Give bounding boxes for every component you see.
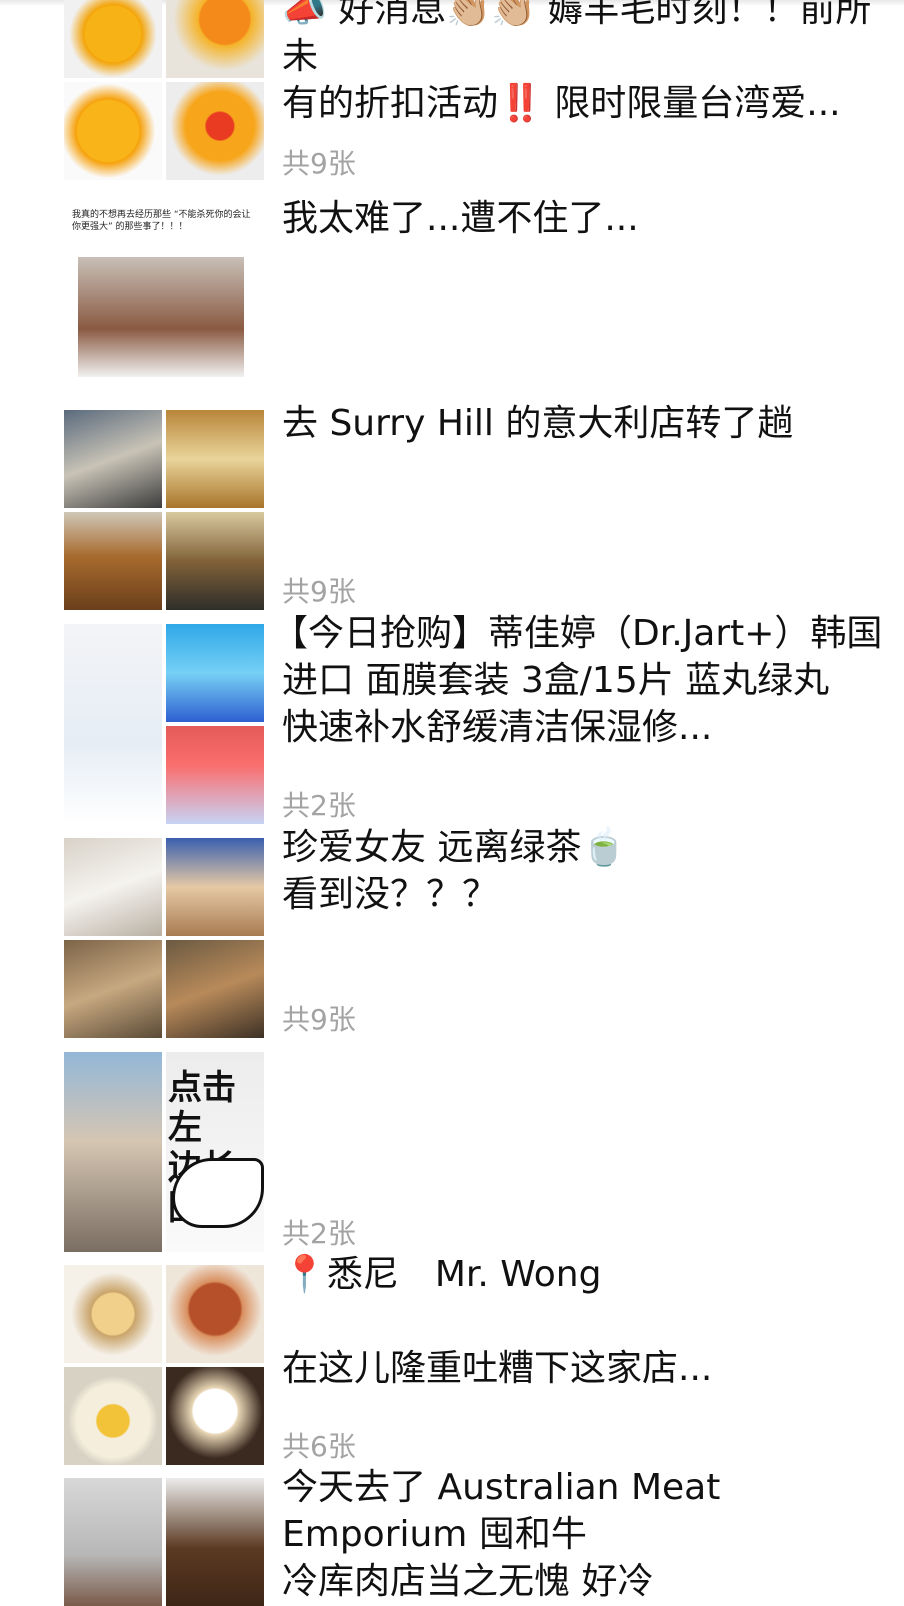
thumbnail-grid[interactable]: 点击左 边长图	[64, 1052, 264, 1252]
thumbnail-grid[interactable]	[64, 624, 264, 824]
post-text: 我太难了...遭不住了...	[282, 195, 882, 242]
thumbnail-grid[interactable]	[64, 838, 264, 1038]
photo-thumbnail	[64, 624, 162, 824]
photo-thumbnail: 点击左 边长图	[166, 1052, 264, 1252]
post-text-line: 【今日抢购】蒂佳婷（Dr.Jart+）韩国	[272, 613, 883, 654]
post-text-line: 有的折扣活动‼️ 限时限量台湾爱...	[282, 83, 841, 124]
photo-thumbnail	[166, 624, 264, 722]
image-count: 共2张	[282, 789, 356, 822]
photo-thumbnail	[64, 1265, 162, 1363]
post-text: 📍悉尼 Mr. Wong 在这儿隆重吐糟下这家店...	[282, 1251, 882, 1392]
photo-thumbnail	[64, 1052, 162, 1252]
post-text-line: 今天去了 Australian Meat	[282, 1467, 721, 1508]
meme-caption: 我真的不想再去经历那些 “不能杀死你的会让你更强大” 的那些事了！！！	[72, 210, 251, 232]
photo-thumbnail	[166, 1265, 264, 1363]
post-text: 【今日抢购】蒂佳婷（Dr.Jart+）韩国 进口 面膜套装 3盒/15片 蓝丸绿…	[272, 610, 892, 751]
list-item[interactable]: 【今日抢购】蒂佳婷（Dr.Jart+）韩国 进口 面膜套装 3盒/15片 蓝丸绿…	[64, 613, 894, 824]
meme-photo	[78, 257, 244, 377]
photo-thumbnail	[64, 410, 162, 508]
thumbnail-grid[interactable]	[64, 1265, 264, 1465]
photo-thumbnail	[166, 726, 264, 824]
post-text: 📣 好消息👏🏼👏🏼 薅羊毛时刻！！前所未 有的折扣活动‼️ 限时限量台湾爱...	[282, 0, 882, 127]
post-text-line: 看到没？？？	[282, 874, 499, 915]
photo-thumbnail	[166, 410, 264, 508]
photo-thumbnail	[166, 512, 264, 610]
post-text: 今天去了 Australian Meat Emporium 囤和牛 冷库肉店当之…	[282, 1464, 882, 1605]
photo-thumbnail	[64, 512, 162, 610]
post-text-line: 进口 面膜套装 3盒/15片 蓝丸绿丸	[282, 660, 830, 701]
list-item[interactable]: 📍悉尼 Mr. Wong 在这儿隆重吐糟下这家店... 共6张	[64, 1254, 894, 1465]
post-text-line	[282, 1298, 882, 1345]
pointing-hand-icon	[172, 1158, 264, 1228]
post-text-line: 我太难了...遭不住了...	[282, 198, 639, 239]
post-text-line: 在这儿隆重吐糟下这家店...	[282, 1348, 713, 1389]
post-text-line: 📍悉尼 Mr. Wong	[282, 1254, 602, 1295]
image-count: 共9张	[282, 1003, 356, 1036]
post-text-line: 快速补水舒缓清洁保湿修...	[282, 707, 713, 748]
post-text-line: 冷库肉店当之无愧 好冷	[282, 1561, 654, 1602]
list-item[interactable]: 今天去了 Australian Meat Emporium 囤和牛 冷库肉店当之…	[64, 1467, 894, 1606]
post-text: 珍爱女友 远离绿茶🍵 看到没？？？	[282, 824, 882, 918]
image-count: 共9张	[282, 147, 356, 180]
photo-thumbnail	[64, 1367, 162, 1465]
post-text-line: Emporium 囤和牛	[282, 1514, 587, 1555]
list-item[interactable]: 珍爱女友 远离绿茶🍵 看到没？？？ 共9张	[64, 827, 894, 1038]
photo-thumbnail	[166, 1367, 264, 1465]
thumbnail-grid[interactable]	[64, 410, 264, 610]
photo-thumbnail	[166, 1478, 264, 1606]
post-text-line: 📣 好消息👏🏼👏🏼 薅羊毛时刻！！前所未	[282, 0, 872, 77]
post-text-line: 珍爱女友 远离绿茶🍵	[282, 827, 627, 868]
list-item[interactable]: 📣 好消息👏🏼👏🏼 薅羊毛时刻！！前所未 有的折扣活动‼️ 限时限量台湾爱...…	[64, 0, 894, 190]
photo-thumbnail	[64, 838, 162, 936]
thumbnail-single[interactable]: 我真的不想再去经历那些 “不能杀死你的会让你更强大” 的那些事了！！！	[64, 205, 264, 405]
meme-image: 我真的不想再去经历那些 “不能杀死你的会让你更强大” 的那些事了！！！	[64, 205, 264, 405]
list-item[interactable]: 去 Surry Hill 的意大利店转了趟 共9张	[64, 403, 894, 610]
photo-thumbnail	[64, 1478, 162, 1606]
photo-thumbnail	[166, 82, 264, 180]
photo-thumbnail	[64, 0, 162, 78]
photo-thumbnail	[64, 82, 162, 180]
image-count: 共6张	[282, 1430, 356, 1463]
image-count: 共2张	[282, 1217, 356, 1250]
photo-thumbnail	[166, 0, 264, 78]
photo-thumbnail	[166, 940, 264, 1038]
list-item[interactable]: 点击左 边长图 共2张	[64, 1052, 894, 1252]
image-count: 共9张	[282, 575, 356, 608]
photo-thumbnail	[64, 940, 162, 1038]
photo-thumbnail	[166, 838, 264, 936]
thumbnail-grid[interactable]	[64, 0, 264, 180]
post-text: 去 Surry Hill 的意大利店转了趟	[282, 400, 882, 447]
list-item[interactable]: 我真的不想再去经历那些 “不能杀死你的会让你更强大” 的那些事了！！！ 我太难了…	[64, 198, 894, 405]
thumbnail-grid[interactable]	[64, 1478, 264, 1606]
post-text-line: 去 Surry Hill 的意大利店转了趟	[282, 403, 794, 444]
